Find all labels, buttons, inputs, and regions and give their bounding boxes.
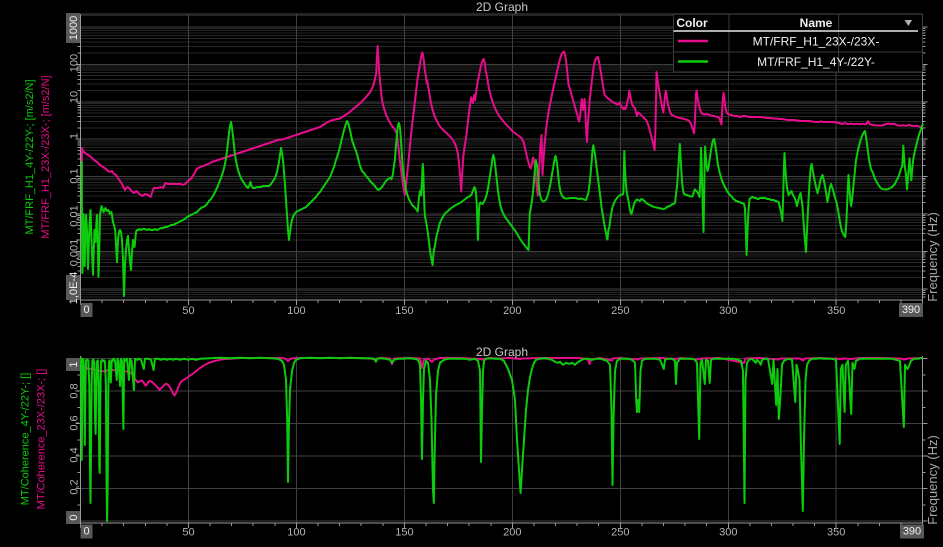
svg-text:350: 350 xyxy=(827,305,845,317)
svg-text:0: 0 xyxy=(68,514,80,520)
svg-text:200: 200 xyxy=(503,305,521,317)
svg-text:1: 1 xyxy=(69,133,81,139)
svg-text:300: 300 xyxy=(719,527,737,539)
svg-text:50: 50 xyxy=(182,305,194,317)
svg-text:Frequency (Hz): Frequency (Hz) xyxy=(925,212,940,302)
svg-text:0,1: 0,1 xyxy=(69,168,81,183)
svg-text:390: 390 xyxy=(902,304,920,316)
svg-text:10: 10 xyxy=(69,91,81,103)
svg-text:2D Graph: 2D Graph xyxy=(476,345,528,359)
svg-text:350: 350 xyxy=(827,527,845,539)
svg-text:0,6: 0,6 xyxy=(69,415,81,430)
svg-text:300: 300 xyxy=(719,305,737,317)
svg-text:MT/FRF_H1_23X-/23X-: MT/FRF_H1_23X-/23X- xyxy=(753,35,880,49)
svg-text:50: 50 xyxy=(182,527,194,539)
svg-text:MT/FRF_H1_4Y-/22Y-; [m/s2/N]: MT/FRF_H1_4Y-/22Y-; [m/s2/N] xyxy=(24,79,36,234)
svg-text:MT/Coherence_4Y-/22Y-; []: MT/Coherence_4Y-/22Y-; [] xyxy=(20,373,32,505)
svg-text:100: 100 xyxy=(287,305,305,317)
svg-text:MT/Coherence_23X-/23X-; []: MT/Coherence_23X-/23X-; [] xyxy=(36,369,48,510)
svg-text:1,0E-4: 1,0E-4 xyxy=(68,272,80,304)
svg-text:MT/FRF_H1_4Y-/22Y-: MT/FRF_H1_4Y-/22Y- xyxy=(757,55,875,69)
svg-text:0,8: 0,8 xyxy=(69,383,81,398)
svg-text:Color: Color xyxy=(676,16,708,30)
svg-text:200: 200 xyxy=(503,527,521,539)
svg-text:0,4: 0,4 xyxy=(69,447,81,462)
svg-text:250: 250 xyxy=(611,527,629,539)
svg-text:150: 150 xyxy=(395,305,413,317)
svg-text:0: 0 xyxy=(83,304,89,316)
svg-text:150: 150 xyxy=(395,527,413,539)
svg-text:100: 100 xyxy=(69,54,81,72)
svg-text:390: 390 xyxy=(903,526,921,538)
svg-text:0,01: 0,01 xyxy=(69,205,81,226)
svg-text:0,001: 0,001 xyxy=(69,239,81,267)
svg-text:100: 100 xyxy=(287,527,305,539)
svg-text:1: 1 xyxy=(68,361,80,367)
svg-text:0: 0 xyxy=(83,526,89,538)
svg-text:1000: 1000 xyxy=(68,16,80,40)
svg-text:250: 250 xyxy=(611,305,629,317)
svg-text:MT/FRF_H1_23X-/23X-; [m/s2/N]: MT/FRF_H1_23X-/23X-; [m/s2/N] xyxy=(40,75,52,238)
svg-text:2D Graph: 2D Graph xyxy=(476,0,528,14)
svg-text:0,2: 0,2 xyxy=(69,479,81,494)
svg-text:Name: Name xyxy=(800,16,833,30)
svg-text:Frequency (Hz): Frequency (Hz) xyxy=(925,435,940,525)
